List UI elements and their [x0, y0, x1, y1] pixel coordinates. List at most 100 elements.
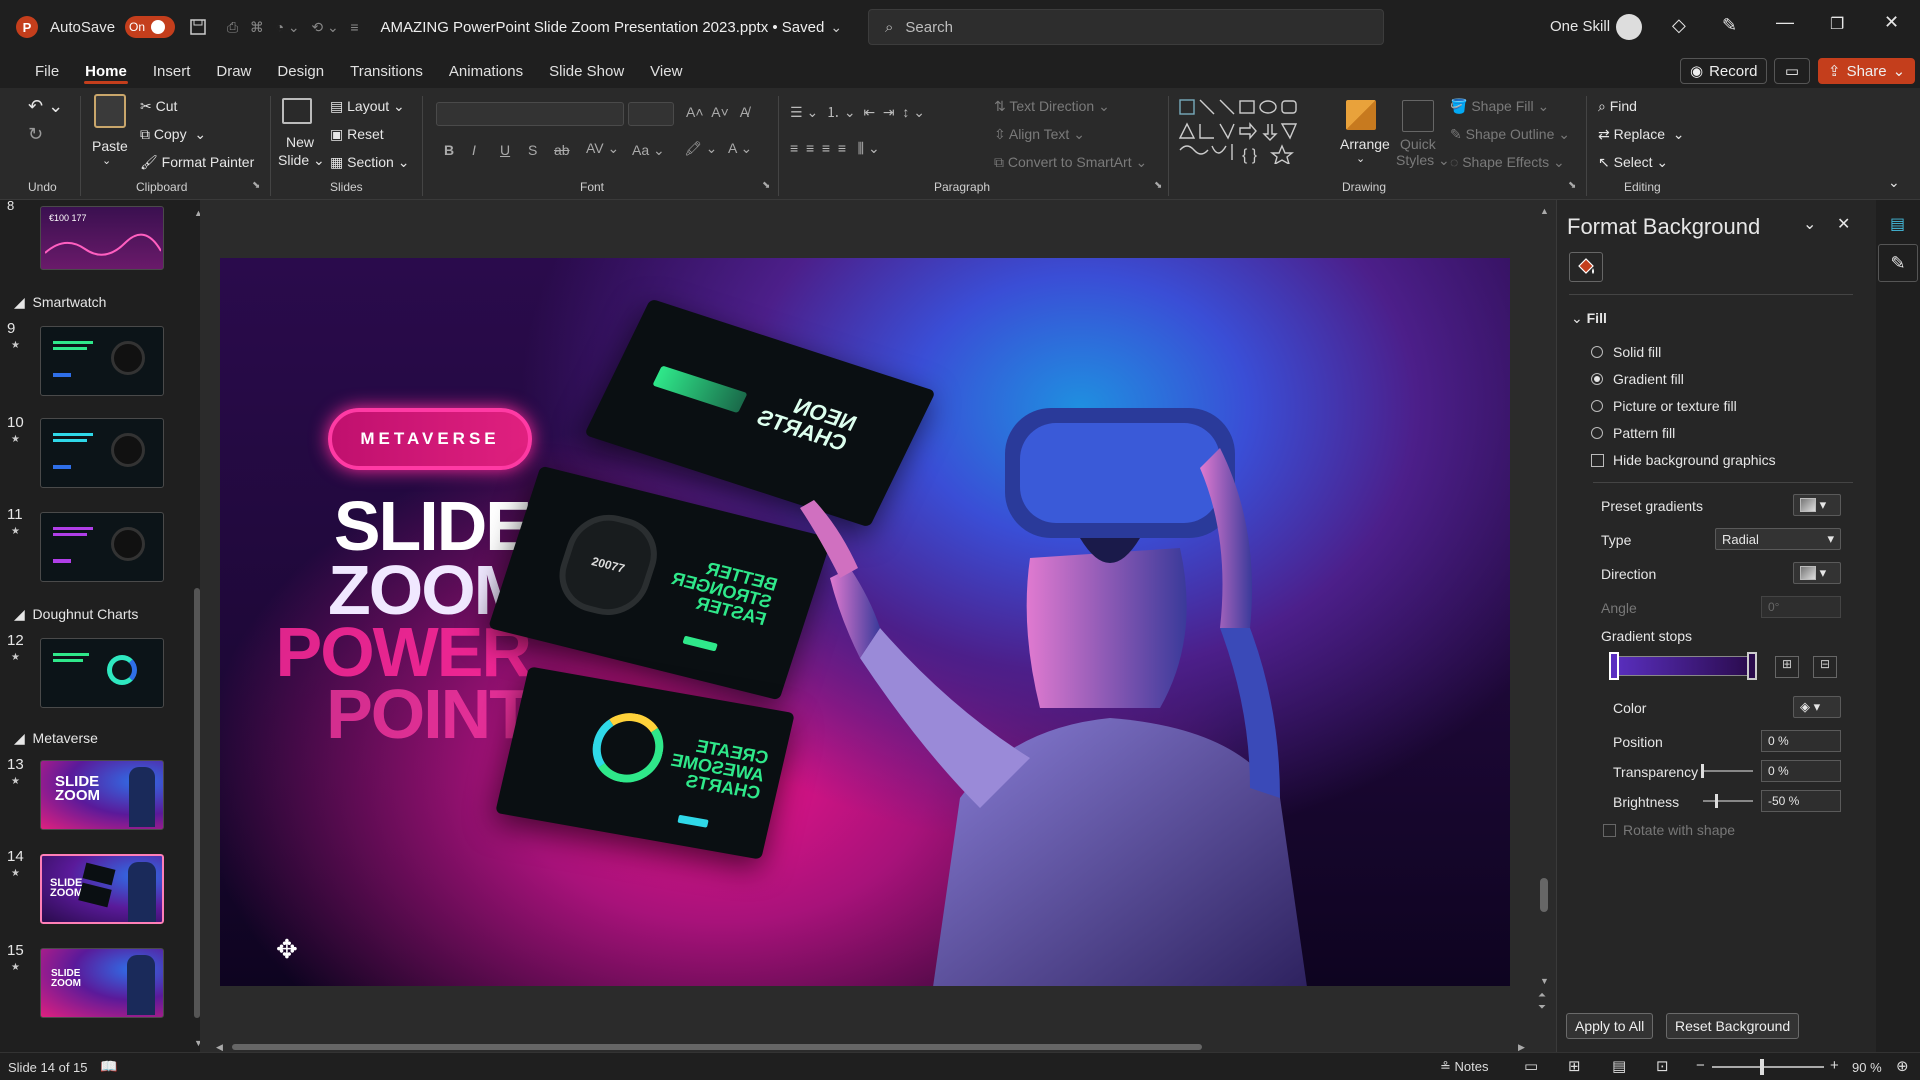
diamond-icon[interactable]: ◇ [1672, 15, 1686, 36]
zoom-in-icon[interactable]: + [1830, 1057, 1839, 1074]
transparency-input[interactable]: 0 % [1761, 760, 1841, 782]
brightness-slider-thumb[interactable] [1715, 794, 1718, 808]
replace-button[interactable]: ⇄ Replace ⌄ [1598, 126, 1685, 143]
tab-insert[interactable]: Insert [140, 54, 204, 88]
reset-background-button[interactable]: Reset Background [1666, 1013, 1800, 1039]
pane-options-chevron-icon[interactable]: ⌄ [1803, 214, 1816, 234]
metaverse-pill[interactable]: METAVERSE [328, 408, 532, 470]
section-button[interactable]: ▦ Section ⌄ [330, 154, 409, 171]
gradient-stops-bar[interactable] [1613, 656, 1753, 676]
apply-to-all-button[interactable]: Apply to All [1566, 1013, 1654, 1039]
spacing-button[interactable]: AV ⌄ [586, 140, 619, 157]
gradient-stop-handle-2[interactable] [1747, 652, 1757, 680]
dialog-launcher-icon[interactable]: ⬊ [1154, 180, 1162, 191]
dialog-launcher-icon[interactable]: ⬊ [762, 180, 770, 191]
title-slide[interactable]: SLIDE [260, 491, 532, 561]
tab-view[interactable]: View [637, 54, 695, 88]
fit-to-window-icon[interactable]: ⊕ [1896, 1057, 1909, 1075]
slide-thumbnail-9[interactable] [40, 326, 164, 396]
zoom-level[interactable]: 90 % [1852, 1060, 1882, 1075]
slide-canvas[interactable]: METAVERSE SLIDE ZOOM POWER POINT NEON CH… [220, 258, 1510, 986]
chevron-down-icon[interactable]: ⌄ [830, 19, 842, 36]
hide-graphics-label[interactable]: Hide background graphics [1613, 452, 1776, 468]
quick-styles-label[interactable]: Styles ⌄ [1396, 152, 1450, 169]
brightness-input[interactable]: -50 % [1761, 790, 1841, 812]
layout-button[interactable]: ▤ Layout ⌄ [330, 98, 405, 115]
cut-button[interactable]: ✂ Cut [140, 98, 177, 115]
slide-thumbnail-10[interactable] [40, 418, 164, 488]
normal-view-icon[interactable]: ▭ [1524, 1057, 1538, 1075]
accessibility-icon[interactable]: 📖 [100, 1058, 117, 1075]
type-dropdown[interactable]: Radial ▾ [1715, 528, 1841, 550]
quick-access-icons[interactable]: ⎙ ⌘ ◔ ⌄ ⟲ ⌄ ≡ [227, 19, 358, 36]
font-name-input[interactable] [436, 102, 624, 126]
find-button[interactable]: ⌕ Find [1598, 98, 1637, 115]
slide-sorter-icon[interactable]: ⊞ [1568, 1057, 1581, 1075]
shadow-button[interactable]: S [528, 142, 537, 158]
new-slide-button[interactable]: New [286, 134, 314, 150]
shape-fill-button[interactable]: 🪣 Shape Fill ⌄ [1450, 98, 1549, 115]
underline-button[interactable]: U [500, 142, 510, 158]
designer-icon[interactable]: ▤ [1890, 214, 1905, 234]
fill-tab-icon[interactable] [1569, 252, 1603, 282]
transparency-slider[interactable] [1703, 770, 1753, 772]
section-header-doughnut-charts[interactable]: ◢ Doughnut Charts [14, 606, 138, 623]
editor-vertical-scrollbar[interactable] [1540, 878, 1548, 912]
font-color-icon[interactable]: A ⌄ [728, 140, 752, 157]
copy-button[interactable]: ⧉ Copy ⌄ [140, 126, 206, 143]
tab-transitions[interactable]: Transitions [337, 54, 436, 88]
quick-styles-button[interactable]: Quick [1400, 136, 1436, 152]
select-button[interactable]: ↖ Select ⌄ [1598, 154, 1668, 171]
reading-view-icon[interactable]: ▤ [1612, 1057, 1626, 1075]
comments-button[interactable]: ▭ [1774, 58, 1810, 84]
shape-outline-button[interactable]: ✎ Shape Outline ⌄ [1450, 126, 1570, 143]
new-slide-label[interactable]: Slide ⌄ [278, 152, 325, 169]
highlight-icon[interactable]: 🖍 ⌄ [684, 140, 717, 157]
strikethrough-button[interactable]: ab [554, 142, 570, 158]
restore-icon[interactable]: ❐ [1830, 14, 1844, 34]
pattern-fill-label[interactable]: Pattern fill [1613, 425, 1675, 441]
gradient-fill-radio[interactable] [1591, 373, 1603, 385]
pen-icon[interactable]: ✎ [1722, 15, 1737, 36]
minimize-icon[interactable]: — [1776, 12, 1794, 33]
autosave-toggle[interactable]: On [125, 16, 176, 38]
slide-thumbnail-14[interactable]: SLIDE ZOOM [37, 851, 167, 927]
document-title[interactable]: AMAZING PowerPoint Slide Zoom Presentati… [381, 19, 825, 36]
scroll-up-icon[interactable]: ▲ [1540, 206, 1549, 216]
slideshow-icon[interactable]: ⊡ [1656, 1057, 1669, 1075]
slide-thumbnail-11[interactable] [40, 512, 164, 582]
tab-animations[interactable]: Animations [436, 54, 536, 88]
picture-fill-radio[interactable] [1591, 400, 1603, 412]
reset-button[interactable]: ▣ Reset [330, 126, 384, 143]
zoom-slider-thumb[interactable] [1760, 1059, 1764, 1075]
align-text-button[interactable]: ⇳ Align Text ⌄ [994, 126, 1085, 143]
zoom-out-icon[interactable]: − [1696, 1057, 1705, 1074]
paste-button[interactable]: Paste [92, 138, 128, 154]
editor-horizontal-scrollbar[interactable] [232, 1044, 1202, 1050]
vr-person-image[interactable] [780, 328, 1340, 986]
rotate-with-shape-label[interactable]: Rotate with shape [1623, 822, 1735, 838]
fill-section-header[interactable]: ⌄ Fill [1571, 310, 1607, 327]
section-header-metaverse[interactable]: ◢ Metaverse [14, 730, 98, 747]
preset-gradients-dropdown[interactable]: ▾ [1793, 494, 1841, 516]
tab-slide-show[interactable]: Slide Show [536, 54, 637, 88]
add-stop-icon[interactable]: ⊞ [1775, 656, 1799, 678]
text-direction-button[interactable]: ⇅ Text Direction ⌄ [994, 98, 1110, 115]
zoom-slider[interactable] [1712, 1066, 1824, 1068]
gradient-stop-handle-1[interactable] [1609, 652, 1619, 680]
tab-design[interactable]: Design [264, 54, 337, 88]
title-point[interactable]: POINT [240, 679, 532, 749]
picture-fill-label[interactable]: Picture or texture fill [1613, 398, 1737, 414]
hide-graphics-checkbox[interactable] [1591, 454, 1604, 467]
slide-zoom-card-doughnut-charts[interactable]: CREATE AWESOME CHARTS [495, 666, 795, 860]
shapes-gallery[interactable]: { } [1178, 98, 1328, 164]
arrange-button[interactable]: Arrange [1340, 136, 1390, 152]
close-pane-icon[interactable]: ✕ [1837, 214, 1850, 234]
undo-icon[interactable]: ↶ ⌄ [28, 96, 63, 117]
convert-smartart-button[interactable]: ⧉ Convert to SmartArt ⌄ [994, 154, 1147, 171]
direction-dropdown[interactable]: ▾ [1793, 562, 1841, 584]
remove-stop-icon[interactable]: ⊟ [1813, 656, 1837, 678]
align-buttons[interactable]: ≡ ≡ ≡ ≡ ⫼ ⌄ [790, 140, 880, 157]
avatar[interactable] [1616, 14, 1642, 40]
notes-button[interactable]: ≗ Notes [1440, 1059, 1489, 1075]
